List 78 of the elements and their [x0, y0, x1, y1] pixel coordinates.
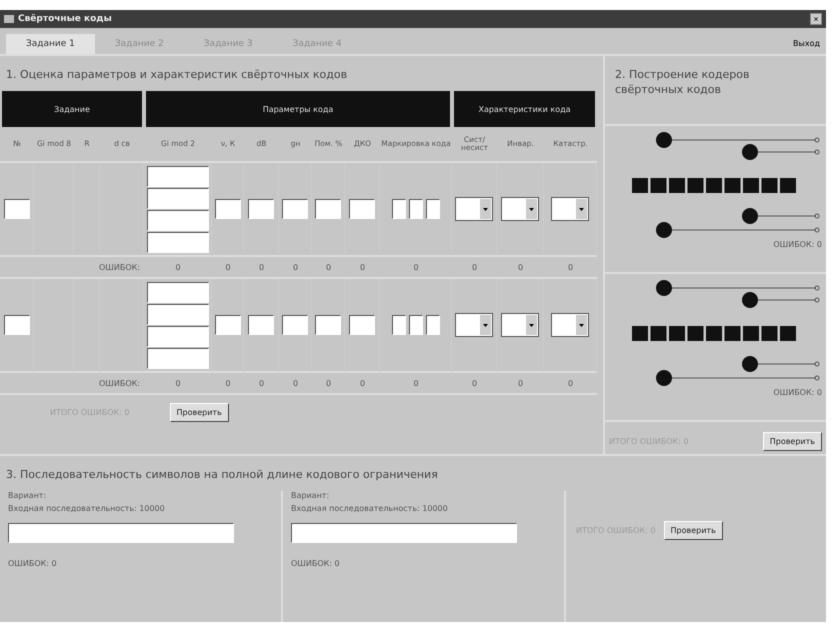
- error-count: 0: [292, 262, 298, 272]
- errors-label: ОШИБОК: 0: [291, 559, 341, 568]
- check-button[interactable]: Проверить: [762, 432, 822, 451]
- input-field[interactable]: [146, 166, 208, 186]
- window-title: Свёрточные коды: [18, 14, 112, 24]
- input-field[interactable]: [214, 315, 240, 335]
- error-count: 0: [258, 262, 264, 272]
- input-field[interactable]: [282, 199, 308, 219]
- number-field[interactable]: [4, 199, 30, 219]
- tab[interactable]: Задание 1: [6, 34, 95, 54]
- error-count: 0: [258, 378, 264, 388]
- input-field[interactable]: [146, 304, 208, 324]
- group-header: Характеристики кода: [454, 91, 595, 127]
- error-count: 0: [472, 262, 478, 272]
- error-count: 0: [225, 262, 231, 272]
- error-count: 0: [568, 262, 574, 272]
- section-title: 3. Последовательность символов на полной длине кодового ограничения: [5, 467, 439, 483]
- error-count: 0: [472, 378, 478, 388]
- error-count: 0: [360, 262, 366, 272]
- error-count: 0: [326, 262, 332, 272]
- dropdown[interactable]: [455, 197, 493, 221]
- sequence-field[interactable]: [8, 523, 234, 543]
- dropdown[interactable]: [551, 313, 589, 337]
- close-button[interactable]: ×: [810, 13, 822, 25]
- dropdown[interactable]: [455, 313, 493, 337]
- section-title: 1. Оценка параметров и характеристик свёрточных кодов: [5, 67, 348, 83]
- input-field[interactable]: [392, 315, 406, 335]
- group-header: Задание: [2, 91, 142, 127]
- error-count: 0: [175, 378, 181, 388]
- error-count: 0: [292, 378, 298, 388]
- error-count: 0: [326, 378, 332, 388]
- input-field[interactable]: [146, 348, 208, 368]
- dropdown[interactable]: [501, 197, 539, 221]
- variant-label: Вариант:: [8, 491, 48, 500]
- variant-label: Вариант:: [291, 491, 330, 500]
- input-field[interactable]: [248, 199, 274, 219]
- dropdown[interactable]: [551, 197, 589, 221]
- errors-label: ОШИБОК: 0: [773, 388, 822, 397]
- error-count: 0: [413, 378, 419, 388]
- input-field[interactable]: [146, 282, 208, 302]
- dropdown[interactable]: [501, 313, 539, 337]
- errors-label: ОШИБОК:: [99, 262, 140, 272]
- input-field[interactable]: [392, 199, 406, 219]
- errors-label: ОШИБОК:: [99, 378, 140, 388]
- group-header: Параметры кода: [146, 91, 450, 127]
- input-field[interactable]: [408, 315, 422, 335]
- input-field[interactable]: [349, 199, 375, 219]
- check-button[interactable]: Проверить: [170, 403, 229, 422]
- error-count: 0: [225, 378, 231, 388]
- input-field[interactable]: [146, 232, 208, 252]
- errors-label: ОШИБОК: 0: [773, 240, 822, 249]
- error-count: 0: [518, 262, 524, 272]
- input-field[interactable]: [349, 315, 375, 335]
- check-button[interactable]: Проверить: [664, 521, 723, 540]
- app-icon: [4, 15, 14, 23]
- error-count: 0: [360, 378, 366, 388]
- input-field[interactable]: [146, 210, 208, 230]
- number-field[interactable]: [4, 315, 30, 335]
- error-count: 0: [413, 262, 419, 272]
- input-sequence-label: Входная последовательность: 10000: [8, 504, 166, 513]
- input-field[interactable]: [146, 188, 208, 208]
- input-field[interactable]: [408, 199, 422, 219]
- input-field[interactable]: [214, 199, 240, 219]
- sequence-field[interactable]: [291, 523, 517, 543]
- input-field[interactable]: [248, 315, 274, 335]
- error-count: 0: [518, 378, 524, 388]
- input-field[interactable]: [426, 199, 440, 219]
- errors-label: ОШИБОК: 0: [8, 559, 58, 568]
- error-count: 0: [568, 378, 574, 388]
- section-title: 2. Построение кодеров свёрточных кодов: [605, 56, 826, 126]
- input-field[interactable]: [282, 315, 308, 335]
- input-sequence-label: Входная последовательность: 10000: [291, 504, 449, 513]
- input-field[interactable]: [146, 326, 208, 346]
- input-field[interactable]: [426, 315, 440, 335]
- exit-button[interactable]: Выход: [793, 39, 820, 54]
- input-field[interactable]: [315, 315, 341, 335]
- error-count: 0: [175, 262, 181, 272]
- input-field[interactable]: [315, 199, 341, 219]
